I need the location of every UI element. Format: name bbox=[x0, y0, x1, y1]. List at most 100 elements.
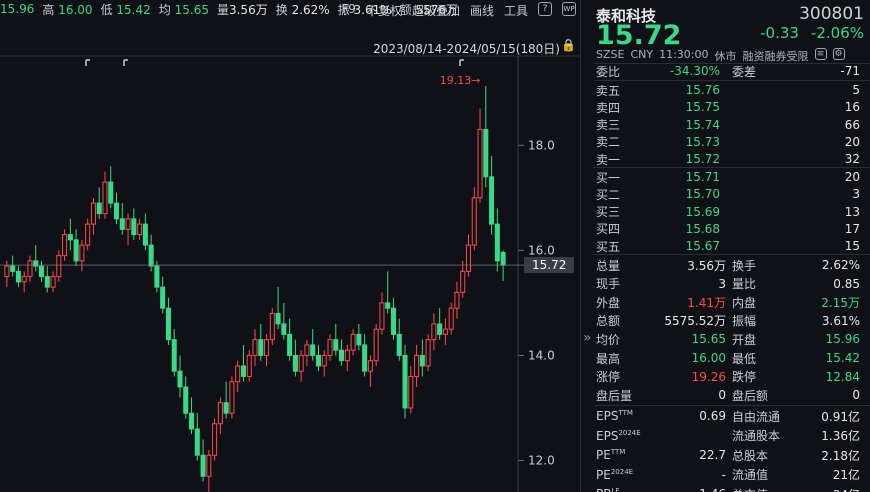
fundamental-row: EPS2024E 流通股本 1.36亿 bbox=[596, 427, 864, 445]
max-price-annotation: 19.13→ bbox=[440, 74, 481, 87]
stat-value: 1.41万 bbox=[687, 295, 726, 310]
candle-body bbox=[183, 386, 189, 414]
candle-body bbox=[189, 412, 195, 430]
candle-body bbox=[494, 223, 500, 262]
candle-body bbox=[148, 244, 154, 267]
candle-body bbox=[465, 244, 472, 272]
fund-label: EPS2024E bbox=[596, 428, 641, 443]
candle-body bbox=[385, 302, 391, 309]
candle-body bbox=[454, 291, 460, 309]
candle-body bbox=[15, 270, 21, 283]
candle-body bbox=[448, 307, 454, 330]
candle-body bbox=[165, 307, 171, 341]
bid-price: 15.69 bbox=[685, 204, 720, 219]
divider bbox=[594, 254, 870, 255]
candle-body bbox=[206, 454, 212, 477]
ask-volume: 5 bbox=[852, 83, 860, 97]
candle-body bbox=[21, 276, 27, 283]
candle-body bbox=[333, 339, 339, 351]
fund-value: 22.7 bbox=[699, 448, 726, 462]
bid-row: 买一 15.71 20 bbox=[596, 168, 864, 186]
candle-body bbox=[269, 312, 275, 341]
price-change: -0.33 -2.06% bbox=[748, 24, 864, 42]
weibi-label: 委比 bbox=[596, 64, 621, 79]
candle-body bbox=[38, 265, 45, 278]
y-tick-label: 16.0 bbox=[528, 243, 555, 257]
ask-volume: 32 bbox=[844, 152, 860, 167]
candle-body bbox=[258, 339, 264, 356]
candle-body bbox=[477, 129, 483, 199]
weicha-value: -71 bbox=[840, 64, 860, 78]
ask-label: 卖四 bbox=[596, 100, 621, 115]
candle-body bbox=[425, 339, 431, 367]
stat-row: 均价 15.65 开盘 15.96 bbox=[596, 330, 864, 348]
stat-value: 16.00 bbox=[691, 351, 726, 365]
stat-value: 3 bbox=[718, 276, 726, 291]
stat-value: 15.96 bbox=[825, 332, 860, 347]
ask-row: 卖五 15.76 5 bbox=[596, 81, 864, 99]
candle-body bbox=[62, 234, 68, 257]
bid-price: 15.71 bbox=[685, 170, 720, 184]
bid-volume: 3 bbox=[852, 187, 860, 202]
change-value: -0.33 bbox=[760, 24, 799, 42]
stat-label: 内盘 bbox=[732, 295, 757, 310]
stat-row: 涨停 19.26 跌停 12.84 bbox=[596, 368, 864, 386]
fund-value: - bbox=[721, 467, 726, 482]
candle-body bbox=[119, 218, 125, 230]
stat-value: 3.61% bbox=[821, 313, 860, 328]
settings-icon[interactable]: ⚙ bbox=[832, 48, 845, 60]
event-marker-icon bbox=[85, 59, 90, 66]
candle-body bbox=[298, 354, 304, 372]
candle-body bbox=[500, 251, 506, 266]
candle-body bbox=[356, 333, 362, 346]
fund-value2: 21亿 bbox=[832, 468, 860, 482]
candle-body bbox=[102, 181, 108, 215]
candle-body bbox=[350, 333, 356, 351]
fund-label2: 总股本 bbox=[732, 448, 769, 463]
bid-price: 15.67 bbox=[685, 239, 720, 254]
candle-body bbox=[142, 223, 148, 246]
candle-body bbox=[137, 223, 143, 236]
stat-value: 0 bbox=[718, 388, 726, 403]
candle-body bbox=[310, 344, 316, 356]
candle-body bbox=[287, 333, 293, 356]
bid-row: 买五 15.67 15 bbox=[596, 237, 864, 255]
candle-body bbox=[252, 339, 258, 356]
candle-body bbox=[414, 354, 420, 377]
info-icon[interactable]: ≡ bbox=[814, 48, 827, 60]
kline-chart-area[interactable]: 15.96 高 16.00 低 15.42 均 15.65 量3.56万 换 2… bbox=[0, 0, 580, 492]
ask-label: 卖一 bbox=[596, 152, 621, 167]
stat-label: 振幅 bbox=[732, 314, 757, 329]
bid-label: 买一 bbox=[596, 170, 621, 185]
ask-price: 15.76 bbox=[685, 83, 720, 97]
candle-body bbox=[483, 129, 489, 178]
quote-panel: 泰和科技 300801 15.72 -0.33 -2.06% SZSE CNY 1… bbox=[594, 0, 870, 492]
stat-label: 开盘 bbox=[732, 332, 757, 347]
candle-body bbox=[339, 349, 345, 362]
candle-body bbox=[437, 323, 443, 335]
candle-body bbox=[275, 312, 281, 325]
fundamental-row: PE2024E - 流通值 21亿 bbox=[596, 466, 864, 484]
candle-body bbox=[402, 354, 408, 409]
candle-body bbox=[113, 202, 120, 220]
candle-body bbox=[56, 255, 62, 278]
y-tick-label: 14.0 bbox=[528, 348, 555, 362]
candle-body bbox=[408, 375, 414, 409]
bid-volume: 17 bbox=[844, 221, 860, 236]
bid-price: 15.70 bbox=[685, 187, 720, 202]
stat-label: 量比 bbox=[732, 277, 757, 292]
y-tick-label: 18.0 bbox=[528, 138, 555, 152]
candle-body bbox=[489, 176, 495, 225]
candle-body bbox=[240, 365, 246, 377]
event-marker-icon bbox=[123, 59, 128, 66]
candle-body bbox=[223, 402, 229, 414]
candle-body bbox=[390, 307, 397, 335]
candle-body bbox=[85, 223, 91, 246]
collapse-arrow-icon[interactable]: » bbox=[583, 330, 592, 346]
stat-label: 跌停 bbox=[732, 370, 757, 385]
candle-body bbox=[194, 428, 200, 456]
divider bbox=[594, 405, 870, 406]
candle-body bbox=[44, 276, 50, 288]
candle-body bbox=[108, 181, 114, 204]
event-marker-icon bbox=[459, 59, 464, 66]
